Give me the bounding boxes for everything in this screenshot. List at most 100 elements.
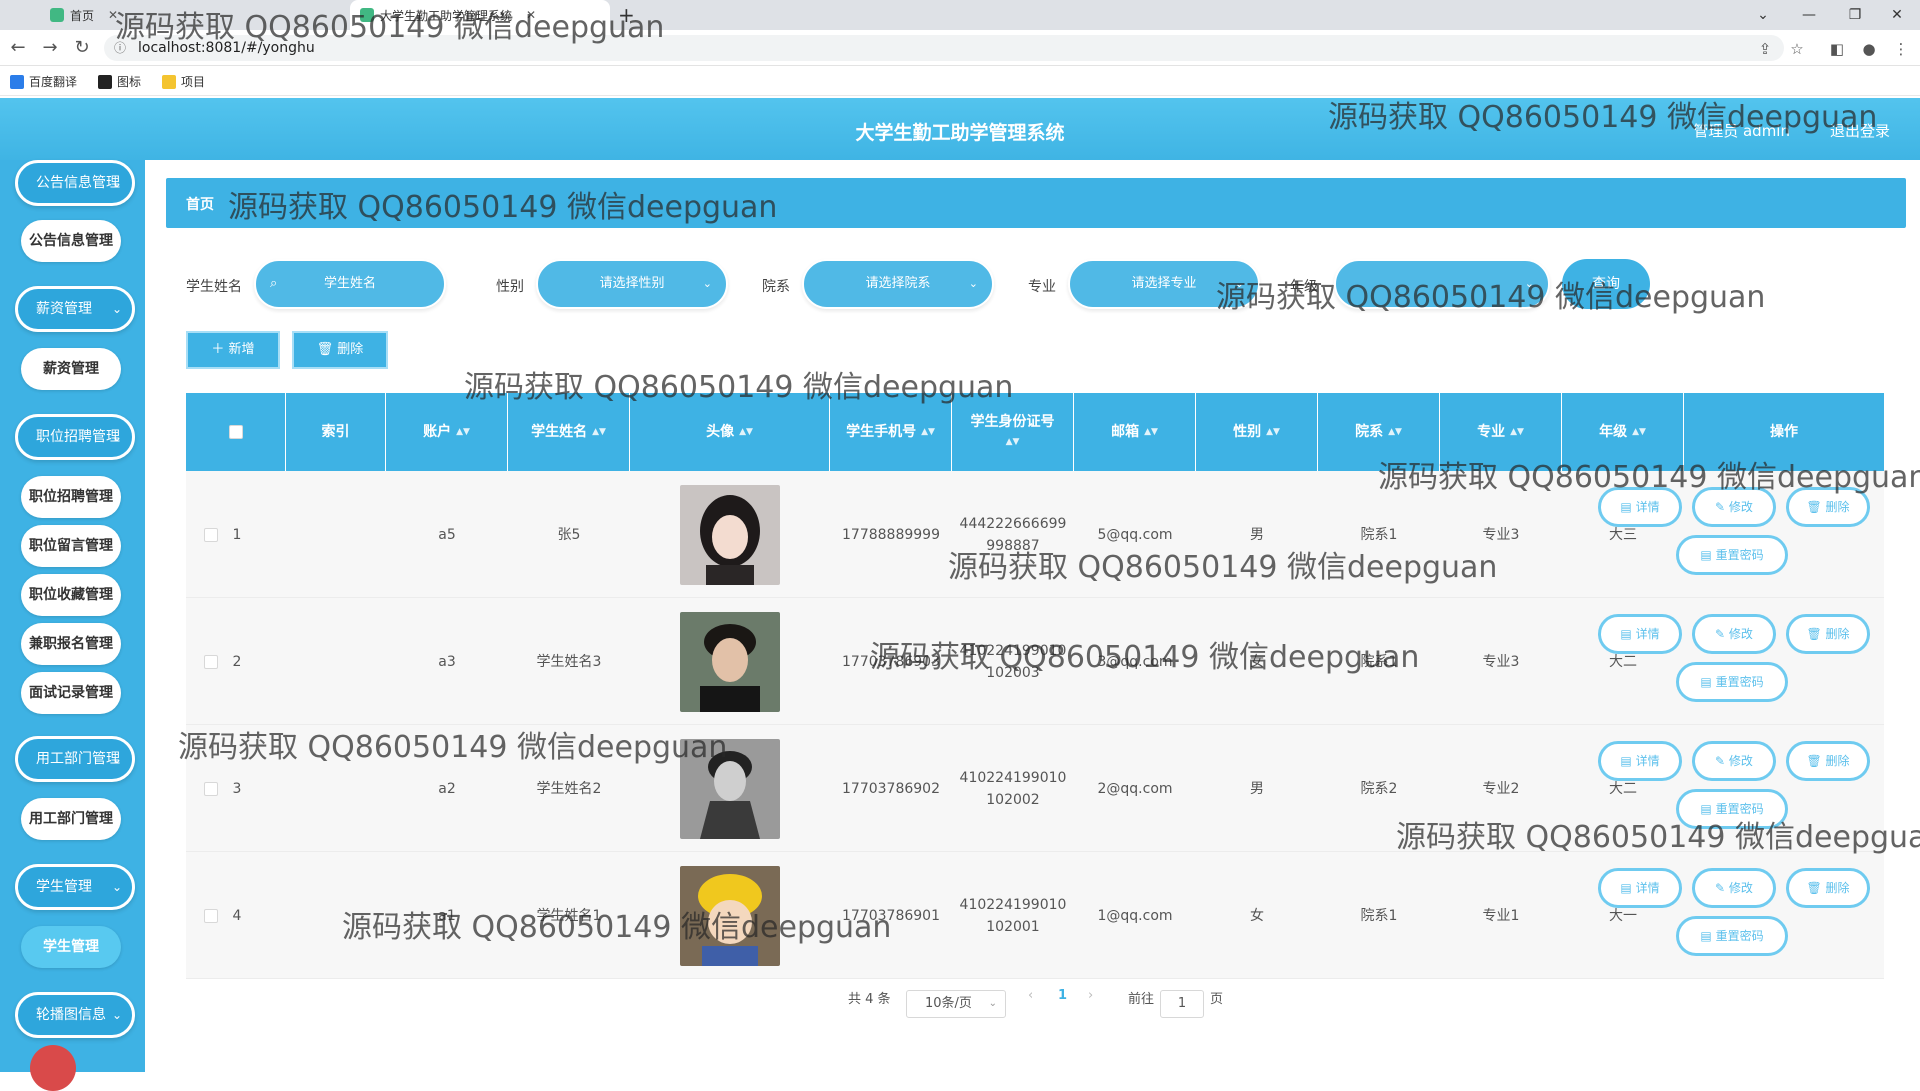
sidebar-item-job-posting[interactable]: 职位招聘管理 [21, 476, 121, 518]
column-header[interactable]: 性别 ▲▼ [1196, 393, 1318, 471]
forward-icon[interactable]: → [38, 36, 62, 60]
chevron-down-icon: ⌄ [968, 277, 978, 290]
sidebar-item-job-favorite[interactable]: 职位收藏管理 [21, 574, 121, 616]
side-panel-icon[interactable]: ◧ [1826, 38, 1848, 60]
breadcrumb-home[interactable]: 首页 [186, 194, 214, 214]
sort-icon[interactable]: ▲▼ [1006, 432, 1020, 452]
add-button[interactable]: ＋ 新增 [186, 331, 280, 369]
watermark: 源码获取 QQ86050149 微信deepguan [1216, 280, 1766, 315]
gender-select[interactable]: 请选择性别 ⌄ [536, 259, 728, 309]
restore-icon[interactable]: ❐ [1832, 0, 1878, 30]
sidebar-group-jobs[interactable]: 职位招聘管理 ⌄ [15, 414, 135, 460]
sidebar-item-salary[interactable]: 薪资管理 [21, 348, 121, 390]
cell-idcard: 410224199010 102001 [952, 852, 1074, 979]
select-placeholder: 请选择院系 [865, 276, 931, 291]
sidebar-group-label: 用工部门管理 [36, 751, 120, 767]
chevron-down-icon: ⌄ [111, 302, 122, 316]
column-label: 邮箱 [1111, 424, 1140, 440]
avatar[interactable] [30, 1045, 76, 1091]
sort-icon[interactable]: ▲▼ [1266, 422, 1280, 442]
column-label: 专业 [1477, 424, 1506, 440]
bookmark-item[interactable]: 项目 [162, 73, 205, 90]
sidebar-item-job-message[interactable]: 职位留言管理 [21, 525, 121, 567]
sidebar-group-notice[interactable]: 公告信息管理 ⌄ [15, 160, 135, 206]
sort-icon[interactable]: ▲▼ [592, 422, 606, 442]
page-size-select[interactable]: 10条/页 ⌄ [906, 990, 1006, 1018]
chevron-down-icon: ⌄ [111, 880, 122, 894]
sort-icon[interactable]: ▲▼ [921, 422, 935, 442]
idcard-line: 410224199010 [959, 896, 1067, 913]
search-label-major: 专业 [1028, 279, 1056, 295]
detail-button[interactable]: ▤ 详情 [1598, 614, 1682, 654]
dept-select[interactable]: 请选择院系 ⌄ [802, 259, 994, 309]
search-input-name[interactable]: ⌕ 学生姓名 [254, 259, 446, 309]
detail-button[interactable]: ▤ 详情 [1598, 868, 1682, 908]
profile-icon[interactable]: ● [1858, 38, 1880, 60]
edit-button[interactable]: ✎ 修改 [1692, 614, 1776, 654]
goto-page-input[interactable]: 1 [1160, 990, 1204, 1018]
cell-name: 张5 [557, 526, 581, 543]
back-icon[interactable]: ← [6, 36, 30, 60]
edit-button[interactable]: ✎ 修改 [1692, 868, 1776, 908]
bookmark-item[interactable]: 图标 [98, 73, 141, 90]
sidebar-group-salary[interactable]: 薪资管理 ⌄ [15, 286, 135, 332]
menu-icon[interactable]: ⋮ [1890, 38, 1912, 60]
checkbox[interactable] [204, 527, 218, 542]
edit-button[interactable]: ✎ 修改 [1692, 741, 1776, 781]
sidebar-item-notice[interactable]: 公告信息管理 [21, 220, 121, 262]
sidebar-item-student[interactable]: 学生管理 [21, 926, 121, 968]
checkbox[interactable] [204, 781, 218, 796]
sort-icon[interactable]: ▲▼ [456, 422, 470, 442]
minimize-icon[interactable]: — [1786, 0, 1832, 30]
sort-icon[interactable]: ▲▼ [1388, 422, 1402, 442]
search-icon: ⌕ [270, 276, 278, 291]
column-label: 学生手机号 [846, 424, 917, 440]
reload-icon[interactable]: ↻ [70, 36, 94, 60]
sort-icon[interactable]: ▲▼ [1144, 422, 1158, 442]
bookmark-item[interactable]: 百度翻译 [10, 73, 77, 90]
window-close-icon[interactable]: ✕ [1874, 0, 1920, 30]
chevron-down-icon: ⌄ [988, 998, 997, 1009]
sidebar-group-label: 薪资管理 [36, 301, 92, 317]
bookmark-star-icon[interactable]: ☆ [1786, 38, 1808, 60]
prev-page-icon[interactable]: ‹ [1028, 988, 1033, 1003]
sidebar-item-department[interactable]: 用工部门管理 [21, 798, 121, 840]
sort-icon[interactable]: ▲▼ [739, 422, 753, 442]
batch-delete-button[interactable]: 🗑 删除 [292, 331, 388, 369]
chevron-down-icon: ⌄ [111, 430, 122, 444]
checkbox[interactable] [204, 908, 218, 923]
tab-search-icon[interactable]: ⌄ [1740, 0, 1786, 30]
sidebar-group-student[interactable]: 学生管理 ⌄ [15, 864, 135, 910]
sidebar-group-department[interactable]: 用工部门管理 ⌄ [15, 736, 135, 782]
icon-library-icon [98, 74, 112, 89]
reset-password-button[interactable]: ▤ 重置密码 [1676, 535, 1788, 575]
reset-password-button[interactable]: ▤ 重置密码 [1676, 916, 1788, 956]
checkbox[interactable] [204, 654, 218, 669]
detail-button[interactable]: ▤ 详情 [1598, 741, 1682, 781]
sidebar-group-carousel[interactable]: 轮播图信息 ⌄ [15, 992, 135, 1038]
sort-icon[interactable]: ▲▼ [1632, 422, 1646, 442]
sidebar-item-interview[interactable]: 面试记录管理 [21, 672, 121, 714]
column-header[interactable]: 邮箱 ▲▼ [1074, 393, 1196, 471]
cell-gender: 女 [1250, 907, 1264, 924]
share-icon[interactable]: ⇪ [1754, 38, 1776, 60]
sidebar-item-parttime-signup[interactable]: 兼职报名管理 [21, 623, 121, 665]
cell-account: a5 [438, 526, 456, 543]
watermark: 源码获取 QQ86050149 微信deepguan [948, 550, 1498, 585]
search-label-dept: 院系 [762, 279, 790, 295]
delete-button[interactable]: 🗑 删除 [1786, 614, 1870, 654]
button-label: 详情 [1635, 627, 1660, 641]
column-label: 头像 [706, 424, 735, 440]
sort-icon[interactable]: ▲▼ [1510, 422, 1524, 442]
delete-button[interactable]: 🗑 删除 [1786, 741, 1870, 781]
page-number[interactable]: 1 [1058, 988, 1067, 1003]
cell-email: 2@qq.com [1097, 780, 1173, 797]
reset-password-button[interactable]: ▤ 重置密码 [1676, 662, 1788, 702]
select-all-checkbox[interactable] [186, 393, 286, 471]
chevron-down-icon: ⌄ [702, 277, 712, 290]
checkbox[interactable] [228, 425, 243, 439]
next-page-icon[interactable]: › [1088, 988, 1093, 1003]
delete-button[interactable]: 🗑 删除 [1786, 868, 1870, 908]
watermark: 源码获取 QQ86050149 微信deepguan [1396, 820, 1920, 855]
sidebar-group-label: 公告信息管理 [36, 175, 120, 191]
